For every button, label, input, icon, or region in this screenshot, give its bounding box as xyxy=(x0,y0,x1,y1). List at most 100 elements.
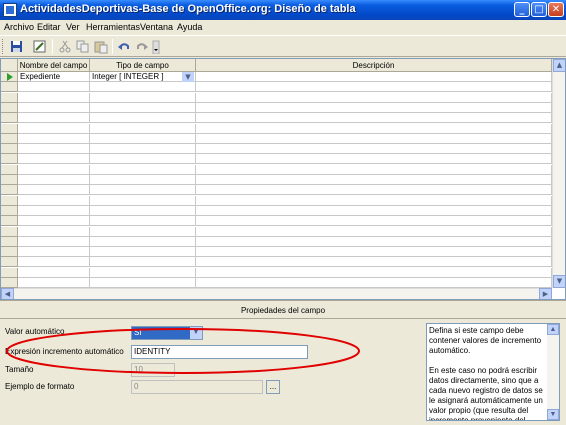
field-name-cell[interactable] xyxy=(18,185,90,196)
help-scrollbar[interactable]: ▲ ▼ xyxy=(547,324,559,420)
description-cell[interactable] xyxy=(196,133,552,144)
field-name-cell[interactable] xyxy=(18,82,90,93)
field-name-cell[interactable] xyxy=(18,247,90,258)
chevron-down-icon[interactable]: ▼ xyxy=(190,327,202,339)
field-type-cell[interactable] xyxy=(90,144,196,155)
row-header[interactable] xyxy=(1,205,18,216)
menu-ventana[interactable]: Ventana xyxy=(140,22,173,32)
minimize-button[interactable]: _ xyxy=(514,2,530,17)
row-header[interactable] xyxy=(1,113,18,124)
description-cell[interactable] xyxy=(196,247,552,258)
row-header[interactable] xyxy=(1,267,18,278)
format-button[interactable]: ... xyxy=(266,380,280,394)
maximize-button[interactable]: □ xyxy=(531,2,547,17)
table-row[interactable] xyxy=(1,257,552,268)
description-cell[interactable] xyxy=(196,164,552,175)
field-name-cell[interactable] xyxy=(18,175,90,185)
table-row[interactable] xyxy=(1,185,552,196)
field-name-cell[interactable] xyxy=(18,205,90,216)
description-cell[interactable] xyxy=(196,175,552,185)
row-header[interactable] xyxy=(1,82,18,93)
table-row[interactable] xyxy=(1,205,552,216)
field-name-cell[interactable] xyxy=(18,278,90,288)
field-type-cell[interactable] xyxy=(90,82,196,93)
table-row[interactable] xyxy=(1,247,552,258)
field-type-cell[interactable] xyxy=(90,247,196,258)
description-cell[interactable] xyxy=(196,205,552,216)
field-type-cell[interactable] xyxy=(90,92,196,103)
edit-icon[interactable] xyxy=(32,39,48,54)
row-header[interactable] xyxy=(1,133,18,144)
field-type-cell[interactable] xyxy=(90,164,196,175)
field-type-cell[interactable] xyxy=(90,216,196,227)
copy-icon[interactable] xyxy=(75,39,91,54)
menu-herramientas[interactable]: Herramientas xyxy=(86,22,140,32)
chevron-down-icon[interactable]: ▼ xyxy=(182,72,194,82)
field-type-cell[interactable] xyxy=(90,133,196,144)
row-header[interactable] xyxy=(1,123,18,134)
table-row[interactable] xyxy=(1,144,552,155)
field-name-cell[interactable] xyxy=(18,257,90,268)
table-row[interactable] xyxy=(1,267,552,278)
field-type-cell[interactable] xyxy=(90,123,196,134)
description-cell[interactable] xyxy=(196,113,552,124)
table-row[interactable] xyxy=(1,195,552,206)
auto-value-select[interactable]: Sí ▼ xyxy=(131,326,203,340)
row-header[interactable] xyxy=(1,195,18,206)
description-cell[interactable] xyxy=(196,236,552,247)
vertical-scrollbar[interactable]: ▲ ▼ xyxy=(552,59,565,288)
table-row[interactable]: Expediente Integer [ INTEGER ] ▼ xyxy=(1,72,552,82)
table-row[interactable] xyxy=(1,123,552,134)
table-row[interactable] xyxy=(1,92,552,103)
field-name-cell[interactable] xyxy=(18,226,90,237)
row-header[interactable] xyxy=(1,144,18,155)
table-row[interactable] xyxy=(1,164,552,175)
scroll-left-icon[interactable]: ◀ xyxy=(1,288,14,299)
table-row[interactable] xyxy=(1,216,552,227)
row-header[interactable] xyxy=(1,164,18,175)
row-header[interactable] xyxy=(1,102,18,113)
table-row[interactable] xyxy=(1,113,552,124)
field-type-cell[interactable] xyxy=(90,195,196,206)
field-type-cell[interactable] xyxy=(90,185,196,196)
description-cell[interactable] xyxy=(196,102,552,113)
description-cell[interactable] xyxy=(196,267,552,278)
column-header-description[interactable]: Descripción xyxy=(196,59,552,72)
overflow-icon[interactable] xyxy=(152,39,160,55)
description-cell[interactable] xyxy=(196,82,552,93)
field-type-cell[interactable] xyxy=(90,226,196,237)
scroll-up-icon[interactable]: ▲ xyxy=(547,324,559,335)
table-row[interactable] xyxy=(1,82,552,93)
description-cell[interactable] xyxy=(196,216,552,227)
field-name-cell[interactable] xyxy=(18,123,90,134)
description-cell[interactable] xyxy=(196,185,552,196)
field-type-cell[interactable] xyxy=(90,113,196,124)
table-row[interactable] xyxy=(1,175,552,185)
toolbar-grip[interactable] xyxy=(2,39,5,54)
column-header-name[interactable]: Nombre del campo xyxy=(18,59,90,72)
column-header-type[interactable]: Tipo de campo xyxy=(90,59,196,72)
row-header[interactable] xyxy=(1,72,18,82)
description-cell[interactable] xyxy=(196,278,552,288)
field-type-cell[interactable] xyxy=(90,236,196,247)
field-type-cell[interactable]: Integer [ INTEGER ] xyxy=(90,72,196,82)
auto-increment-expression-input[interactable]: IDENTITY xyxy=(131,345,308,359)
row-header[interactable] xyxy=(1,185,18,196)
size-input[interactable]: 10 xyxy=(131,363,175,377)
row-header[interactable] xyxy=(1,154,18,165)
menu-ayuda[interactable]: Ayuda xyxy=(177,22,202,32)
row-header[interactable] xyxy=(1,226,18,237)
description-cell[interactable] xyxy=(196,195,552,206)
table-row[interactable] xyxy=(1,278,552,288)
description-cell[interactable] xyxy=(196,154,552,165)
field-name-cell[interactable]: Expediente xyxy=(18,72,90,82)
field-name-cell[interactable] xyxy=(18,267,90,278)
description-cell[interactable] xyxy=(196,257,552,268)
menu-ver[interactable]: Ver xyxy=(66,22,80,32)
row-header[interactable] xyxy=(1,257,18,268)
row-header[interactable] xyxy=(1,216,18,227)
table-row[interactable] xyxy=(1,226,552,237)
scroll-down-icon[interactable]: ▼ xyxy=(547,409,559,420)
field-name-cell[interactable] xyxy=(18,195,90,206)
description-cell[interactable] xyxy=(196,92,552,103)
